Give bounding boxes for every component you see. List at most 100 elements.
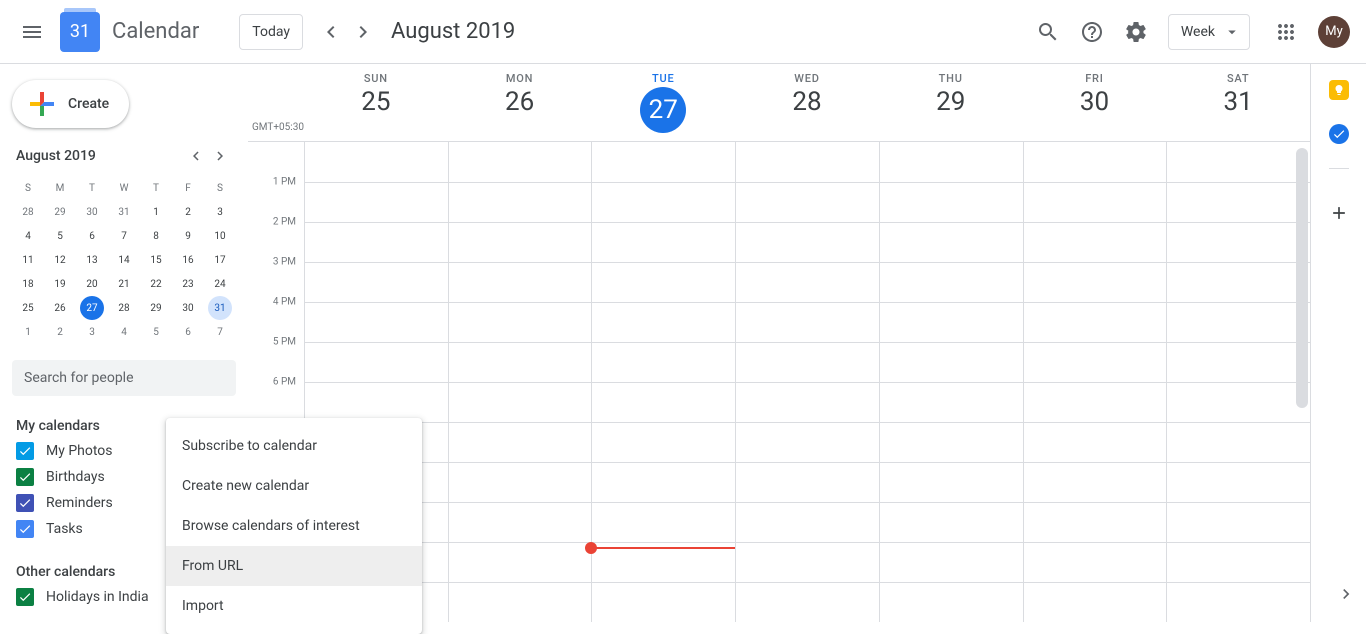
calendar-label: Birthdays: [46, 469, 105, 485]
scrollbar-thumb[interactable]: [1296, 148, 1308, 408]
mini-day[interactable]: 27: [80, 296, 104, 320]
day-header[interactable]: TUE27: [591, 64, 735, 141]
day-header[interactable]: THU29: [879, 64, 1023, 141]
hour-gridline: [304, 582, 1310, 583]
search-button[interactable]: [1028, 12, 1068, 52]
mini-day[interactable]: 3: [208, 200, 232, 224]
mini-day[interactable]: 23: [176, 272, 200, 296]
day-header[interactable]: FRI30: [1023, 64, 1167, 141]
menu-item[interactable]: Create new calendar: [166, 466, 422, 506]
day-number: 30: [1023, 87, 1167, 117]
gear-icon: [1124, 20, 1148, 44]
mini-next-month[interactable]: [208, 144, 232, 168]
mini-day[interactable]: 9: [176, 224, 200, 248]
mini-day[interactable]: 2: [176, 200, 200, 224]
mini-day[interactable]: 14: [112, 248, 136, 272]
get-addons-button[interactable]: [1319, 193, 1359, 233]
search-people-input[interactable]: Search for people: [12, 360, 236, 396]
menu-item[interactable]: Subscribe to calendar: [166, 426, 422, 466]
mini-day[interactable]: 26: [48, 296, 72, 320]
check-icon: [1332, 127, 1346, 141]
mini-day[interactable]: 5: [48, 224, 72, 248]
help-icon: [1080, 20, 1104, 44]
menu-item[interactable]: Browse calendars of interest: [166, 506, 422, 546]
account-avatar[interactable]: My: [1318, 16, 1350, 48]
mini-day[interactable]: 29: [144, 296, 168, 320]
create-event-button[interactable]: Create: [12, 80, 129, 128]
menu-item[interactable]: From URL: [166, 546, 422, 586]
mini-prev-month[interactable]: [184, 144, 208, 168]
mini-day[interactable]: 29: [48, 200, 72, 224]
day-abbrev: THU: [879, 72, 1023, 85]
chevron-right-icon: [1336, 584, 1356, 604]
prev-week-button[interactable]: [315, 16, 347, 48]
main-menu-button[interactable]: [8, 8, 56, 56]
tasks-addon-button[interactable]: [1329, 124, 1349, 144]
mini-day[interactable]: 7: [112, 224, 136, 248]
view-selector[interactable]: Week: [1168, 14, 1250, 50]
calendar-checkbox[interactable]: [16, 442, 34, 460]
day-header[interactable]: MON26: [448, 64, 592, 141]
mini-day[interactable]: 28: [16, 200, 40, 224]
mini-day[interactable]: 7: [208, 320, 232, 344]
mini-day[interactable]: 2: [48, 320, 72, 344]
day-header[interactable]: SAT 31: [1166, 64, 1310, 141]
mini-day[interactable]: 12: [48, 248, 72, 272]
calendar-checkbox[interactable]: [16, 520, 34, 538]
mini-day[interactable]: 13: [80, 248, 104, 272]
day-header[interactable]: WED28: [735, 64, 879, 141]
mini-day[interactable]: 6: [80, 224, 104, 248]
now-indicator-line: [591, 547, 735, 549]
check-icon: [18, 444, 32, 458]
mini-day[interactable]: 8: [144, 224, 168, 248]
keep-addon-button[interactable]: [1329, 80, 1349, 100]
mini-day[interactable]: 4: [16, 224, 40, 248]
mini-day-abbrev: T: [76, 176, 108, 200]
support-button[interactable]: [1072, 12, 1112, 52]
mini-day[interactable]: 5: [144, 320, 168, 344]
mini-day[interactable]: 31: [208, 296, 232, 320]
mini-day[interactable]: 4: [112, 320, 136, 344]
dropdown-arrow-icon: [1223, 23, 1241, 41]
mini-day[interactable]: 3: [80, 320, 104, 344]
day-abbrev: SAT: [1166, 72, 1310, 85]
mini-day[interactable]: 10: [208, 224, 232, 248]
mini-day[interactable]: 1: [144, 200, 168, 224]
day-header[interactable]: SUN25: [304, 64, 448, 141]
today-button[interactable]: Today: [239, 14, 303, 50]
hour-gridline: [304, 502, 1310, 503]
calendar-checkbox[interactable]: [16, 588, 34, 606]
mini-day[interactable]: 30: [176, 296, 200, 320]
calendar-checkbox[interactable]: [16, 494, 34, 512]
mini-day[interactable]: 6: [176, 320, 200, 344]
day-number: 31: [1166, 87, 1310, 117]
mini-day[interactable]: 15: [144, 248, 168, 272]
mini-day[interactable]: 30: [80, 200, 104, 224]
mini-day[interactable]: 18: [16, 272, 40, 296]
mini-day[interactable]: 31: [112, 200, 136, 224]
mini-day[interactable]: 11: [16, 248, 40, 272]
settings-button[interactable]: [1116, 12, 1156, 52]
mini-day[interactable]: 22: [144, 272, 168, 296]
side-panel-toggle[interactable]: [1330, 578, 1362, 610]
mini-day[interactable]: 28: [112, 296, 136, 320]
side-panel-divider: [1329, 168, 1349, 169]
mini-day[interactable]: 20: [80, 272, 104, 296]
chevron-right-icon: [351, 20, 375, 44]
mini-day[interactable]: 25: [16, 296, 40, 320]
mini-day[interactable]: 24: [208, 272, 232, 296]
calendar-checkbox[interactable]: [16, 468, 34, 486]
day-number-today: 27: [640, 87, 686, 133]
mini-day[interactable]: 17: [208, 248, 232, 272]
mini-day[interactable]: 16: [176, 248, 200, 272]
menu-item[interactable]: Import: [166, 586, 422, 626]
mini-day[interactable]: 21: [112, 272, 136, 296]
google-apps-button[interactable]: [1266, 12, 1306, 52]
mini-day[interactable]: 1: [16, 320, 40, 344]
app-title: Calendar: [112, 19, 199, 44]
scrollbar[interactable]: [1294, 136, 1310, 622]
mini-calendar-title: August 2019: [16, 148, 96, 164]
mini-day[interactable]: 19: [48, 272, 72, 296]
timezone-label: GMT+05:30: [252, 122, 304, 133]
next-week-button[interactable]: [347, 16, 379, 48]
